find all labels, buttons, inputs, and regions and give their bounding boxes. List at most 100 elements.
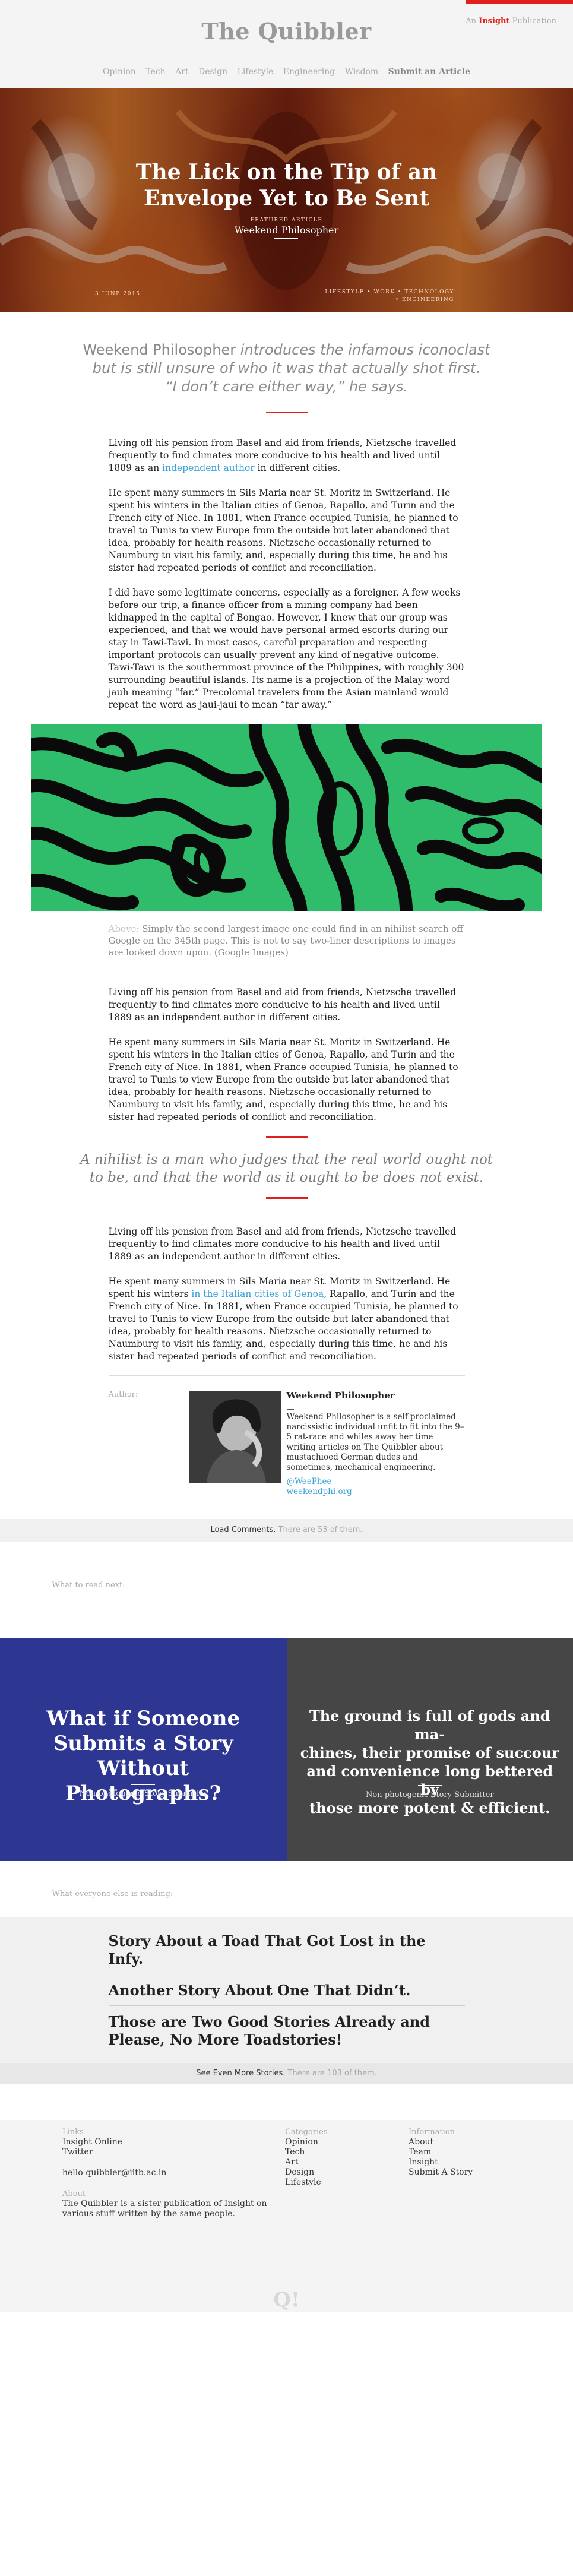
footer-link-insight-online[interactable]: Insight Online — [62, 2137, 267, 2147]
next-read-card[interactable]: The ground is full of gods and ma- chine… — [286, 1638, 573, 1861]
card-title-line: What if Someone — [46, 1707, 240, 1730]
what-to-read-label: What to read next: — [52, 1581, 125, 1590]
author-box: Author: Weekend Philosopher Weekend Phil… — [108, 1375, 465, 1519]
reading-label: What everyone else is reading: — [52, 1890, 173, 1898]
footer-information-heading: Information — [409, 2128, 455, 2137]
article-tags: LIFESTYLE • WORK • TECHNOLOGY • ENGINEER… — [325, 289, 454, 304]
author-name[interactable]: Weekend Philosopher — [287, 1391, 465, 1401]
main-nav: Opinion Tech Art Design Lifestyle Engine… — [0, 67, 573, 77]
paragraph: He spent many summers in Sils Maria near… — [108, 1037, 458, 1122]
footer-categories-heading: Categories — [285, 2128, 328, 2137]
more-stories-bar[interactable]: See Even More Stories. There are 103 of … — [0, 2063, 573, 2084]
hero-author-rule — [274, 238, 298, 239]
author-links: @WeePhee weekendphi.org — [287, 1477, 465, 1497]
popular-story-link[interactable]: Another Story About One That Didn’t. — [109, 1982, 465, 2005]
article-body-3: Living off his pension from Basel and ai… — [109, 1226, 465, 1363]
accent-bar — [466, 0, 573, 4]
lead-divider — [265, 412, 308, 413]
publication-link[interactable]: An Insight Publication — [466, 17, 556, 26]
popular-story-line: Those are Two Good Stories Already and — [108, 2013, 430, 2030]
nav-item-lifestyle[interactable]: Lifestyle — [238, 67, 274, 77]
lead-author: Weekend Philosopher — [83, 341, 236, 358]
comments-count: There are 53 of them. — [278, 1526, 363, 1534]
lead-line-3: “I don’t care either way,” he says. — [165, 378, 408, 395]
paragraph: Living off his pension from Basel and ai… — [108, 987, 457, 1023]
load-comments-label[interactable]: Load Comments. — [210, 1526, 276, 1534]
footer-category-design[interactable]: Design — [285, 2167, 328, 2178]
caption-label: Above: — [108, 923, 140, 934]
article-tags-line-2[interactable]: • ENGINEERING — [325, 296, 454, 304]
author-portrait-image — [188, 1391, 281, 1483]
author-info: Weekend Philosopher Weekend Philosopher … — [286, 1391, 465, 1497]
pull-quote-line-1: A nihilist is a man who judges that the … — [80, 1152, 493, 1167]
footer-category-lifestyle[interactable]: Lifestyle — [285, 2178, 328, 2188]
next-read-card[interactable]: What if Someone Submits a Story Without … — [0, 1638, 287, 1861]
more-stories-label[interactable]: See Even More Stories. — [196, 2069, 285, 2078]
publication-name: Insight — [479, 17, 510, 26]
featured-label: FEATURED ARTICLE — [250, 217, 323, 223]
popular-story-link[interactable]: Those are Two Good Stories Already and P… — [109, 2013, 465, 2049]
paragraph: He spent many summers in Sils Maria near… — [109, 1276, 465, 1363]
footer-link-twitter[interactable]: Twitter — [62, 2147, 267, 2157]
card-title-line: those more potent & efficient. — [309, 1799, 550, 1817]
popular-stories: Story About a Toad That Got Lost in the … — [0, 1917, 573, 2063]
lead-line-2: but is still unsure of who it was that a… — [92, 360, 481, 376]
lead-line-1: Weekend Philosopher introduces the infam… — [61, 341, 512, 359]
publication-suffix: Publication — [512, 17, 556, 26]
footer-category-tech[interactable]: Tech — [285, 2147, 328, 2157]
independent-author-link[interactable]: independent author — [162, 463, 255, 473]
card-title-line: Submits a Story Without — [53, 1732, 233, 1780]
author-twitter-link[interactable]: @WeePhee — [287, 1477, 465, 1487]
nav-item-engineering[interactable]: Engineering — [283, 67, 335, 77]
article-lead: Weekend Philosopher introduces the infam… — [61, 341, 512, 396]
author-bio: Weekend Philosopher is a self-proclaimed… — [286, 1412, 464, 1472]
card-byline: Non-photogenic Story Submitter — [365, 1790, 494, 1799]
italian-cities-link[interactable]: in the Italian cities of Genoa — [191, 1289, 324, 1299]
caption-text: Simply the second largest image one coul… — [108, 923, 464, 958]
footer-info-submit-story[interactable]: Submit A Story — [409, 2167, 473, 2178]
publication-prefix: An — [466, 17, 476, 26]
footer-information-column: Information About Team Insight Submit A … — [409, 2127, 473, 2178]
author-website-link[interactable]: weekendphi.org — [287, 1487, 465, 1497]
site-footer: Links Insight Online Twitter hello-quibb… — [0, 2120, 573, 2312]
paragraph: Living off his pension from Basel and ai… — [109, 437, 465, 474]
article-date: 3 JUNE 2015 — [95, 291, 141, 297]
card-title[interactable]: The ground is full of gods and ma- chine… — [299, 1707, 562, 1817]
footer-category-opinion[interactable]: Opinion — [285, 2137, 328, 2147]
article-body-2: Living off his pension from Basel and ai… — [109, 986, 465, 1124]
more-stories-count: There are 103 of them. — [287, 2069, 377, 2078]
nav-item-art[interactable]: Art — [175, 67, 188, 77]
footer-info-team[interactable]: Team — [409, 2147, 473, 2157]
paragraph: I did have some legitimate concerns, esp… — [108, 587, 464, 710]
load-comments-bar[interactable]: Load Comments. There are 53 of them. — [0, 1519, 573, 1542]
pull-quote-line-2: to be, and that the world as it ought to… — [89, 1170, 484, 1185]
site-header: The Quibbler An Insight Publication Opin… — [0, 0, 573, 88]
abstract-wave-image — [31, 724, 542, 911]
hero-banner: The Lick on the Tip of an Envelope Yet t… — [0, 88, 573, 312]
author-label: Author: — [108, 1390, 138, 1399]
footer-category-art[interactable]: Art — [285, 2157, 328, 2167]
footer-info-about[interactable]: About — [409, 2137, 473, 2147]
nav-item-design[interactable]: Design — [198, 67, 227, 77]
popular-story-link[interactable]: Story About a Toad That Got Lost in the … — [109, 1932, 465, 1974]
card-title-line: The ground is full of gods and ma- — [309, 1707, 550, 1743]
footer-links-heading: Links — [62, 2128, 84, 2137]
paragraph: Living off his pension from Basel and ai… — [108, 1226, 457, 1262]
article-image — [31, 724, 542, 911]
footer-logo[interactable]: Q! — [0, 2290, 573, 2310]
footer-links-column: Links Insight Online Twitter hello-quibb… — [62, 2127, 267, 2219]
hero-author[interactable]: Weekend Philosopher — [0, 224, 573, 236]
article-tags-line-1[interactable]: LIFESTYLE • WORK • TECHNOLOGY — [325, 289, 454, 296]
footer-email-link[interactable]: hello-quibbler@iitb.ac.in — [62, 2168, 267, 2178]
footer-about-heading: About — [62, 2189, 86, 2198]
nav-item-opinion[interactable]: Opinion — [103, 67, 136, 77]
nav-item-wisdom[interactable]: Wisdom — [345, 67, 378, 77]
popular-story-line: Please, No More Toadstories! — [108, 2031, 343, 2048]
next-read-cards: What if Someone Submits a Story Without … — [0, 1638, 573, 1861]
submit-article-link[interactable]: Submit an Article — [388, 67, 470, 77]
footer-info-insight[interactable]: Insight — [409, 2157, 473, 2167]
paragraph-text: in different cities. — [257, 463, 341, 473]
nav-item-tech[interactable]: Tech — [145, 67, 165, 77]
footer-categories-column: Categories Opinion Tech Art Design Lifes… — [285, 2127, 328, 2188]
author-photo[interactable] — [188, 1391, 281, 1483]
